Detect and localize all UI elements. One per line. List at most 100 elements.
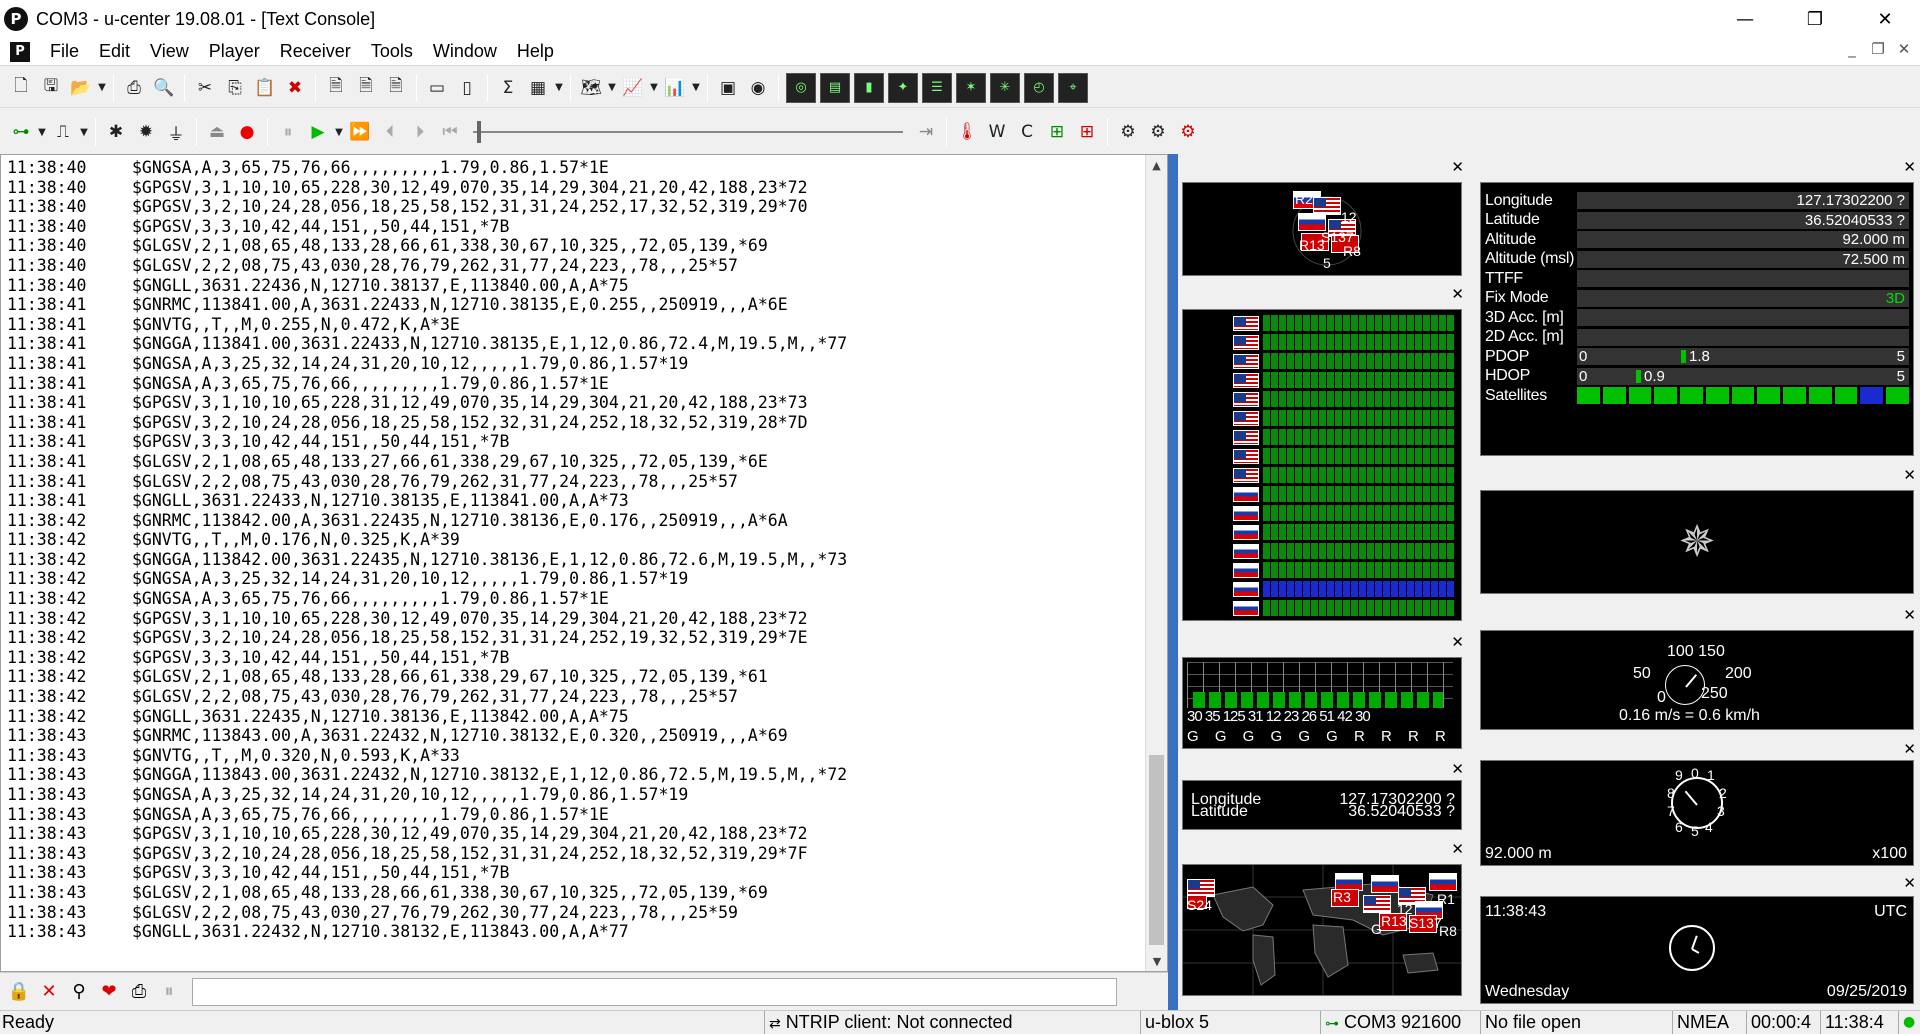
print-preview-icon[interactable]: 🔍 <box>149 73 179 103</box>
playback-slider[interactable] <box>473 117 903 147</box>
mdi-close-icon[interactable]: ✕ <box>1894 40 1914 58</box>
position-view[interactable]: Longitude Latitude 127.17302200 ? 36.520… <box>1182 780 1462 830</box>
menu-file[interactable]: File <box>40 41 89 62</box>
menu-view[interactable]: View <box>140 41 199 62</box>
clock-view-icon[interactable]: ◴ <box>1024 72 1054 103</box>
gear-save-icon[interactable]: ⚙ <box>1143 117 1173 147</box>
document-c-icon[interactable]: 🗎 <box>381 73 411 103</box>
app-logo-icon[interactable]: P <box>4 7 28 31</box>
record-icon[interactable]: ● <box>232 117 262 147</box>
close-panel-icon[interactable]: ✕ <box>1903 158 1916 176</box>
gear-config-icon[interactable]: ⚙ <box>1173 117 1203 147</box>
pause-console-icon[interactable]: ⏸ <box>154 977 184 1007</box>
fast-forward-icon[interactable]: ⏩ <box>345 117 375 147</box>
antenna-icon[interactable]: ⏚ <box>161 117 191 147</box>
packet-icon[interactable]: ◉ <box>743 73 773 103</box>
clear-console-icon[interactable]: ✕ <box>34 977 64 1007</box>
map-icon[interactable]: 🗺 <box>576 73 606 103</box>
filter-icon[interactable]: ⚲ <box>64 977 94 1007</box>
play-icon[interactable]: ▶ <box>303 117 333 147</box>
cold-start-icon[interactable]: C <box>1012 117 1042 147</box>
table-icon[interactable]: ▦ <box>523 73 553 103</box>
menu-tools[interactable]: Tools <box>361 41 423 62</box>
connection-icon[interactable]: ⊶ <box>6 117 36 147</box>
copy-icon[interactable]: ⎘ <box>220 73 250 103</box>
step-forward-icon[interactable]: ⏵ <box>405 117 435 147</box>
histogram-dropdown-icon[interactable]: ▼ <box>690 82 702 93</box>
debug-icon[interactable]: ✹ <box>131 117 161 147</box>
poll-config-icon[interactable]: ⊞ <box>1072 117 1102 147</box>
menu-help[interactable]: Help <box>507 41 564 62</box>
status-ntrip[interactable]: ⇄ NTRIP client: Not connected <box>764 1011 1138 1034</box>
sky-view-icon[interactable]: ▤ <box>820 72 850 103</box>
signal-view-icon[interactable]: ▮ <box>854 72 884 103</box>
gear-icon[interactable]: ⚙ <box>1113 117 1143 147</box>
world-view-icon[interactable]: ✦ <box>888 72 918 103</box>
sky-view[interactable]: R2 R13 S137 R8 12 5 <box>1182 182 1462 276</box>
status-port[interactable]: ⊶ COM3 921600 <box>1320 1011 1478 1034</box>
close-panel-icon[interactable]: ✕ <box>1903 740 1916 758</box>
favorite-icon[interactable]: ❤ <box>94 977 124 1007</box>
rewind-start-icon[interactable]: ⏮ <box>435 117 465 147</box>
pause-icon[interactable]: ⏸ <box>273 117 303 147</box>
paste-icon[interactable]: 📋 <box>250 73 280 103</box>
altimeter-view[interactable]: 0 1 2 3 4 5 6 7 8 9 92.000 m x100 <box>1480 760 1914 866</box>
close-panel-icon[interactable]: ✕ <box>1903 606 1916 624</box>
console-scrollbar[interactable]: ▲ ▼ <box>1145 155 1167 971</box>
mdi-restore-icon[interactable]: ❐ <box>1868 40 1888 58</box>
map-dropdown-icon[interactable]: ▼ <box>606 82 618 93</box>
scroll-down-icon[interactable]: ▼ <box>1146 951 1167 971</box>
document-a-icon[interactable]: 🗎 <box>321 73 351 103</box>
warm-start-icon[interactable]: W <box>982 117 1012 147</box>
chart-dropdown-icon[interactable]: ▼ <box>648 82 660 93</box>
save-icon[interactable]: 🖫 <box>36 73 66 103</box>
cut-icon[interactable]: ✂ <box>190 73 220 103</box>
mdi-minimize-icon[interactable]: _ <box>1842 40 1862 58</box>
open-folder-icon[interactable]: 📂 <box>66 73 96 103</box>
minimize-button[interactable]: — <box>1710 0 1780 38</box>
star-view-icon[interactable]: ✶ <box>956 72 986 103</box>
compass-view[interactable]: ✵ <box>1480 490 1914 594</box>
scroll-up-icon[interactable]: ▲ <box>1146 155 1167 177</box>
close-panel-icon[interactable]: ✕ <box>1451 158 1464 176</box>
world-map-view[interactable]: R3 R13 S137 R8 R1 12 S24 G <box>1182 864 1462 996</box>
chart-icon[interactable]: 📈 <box>618 73 648 103</box>
print-console-icon[interactable]: ⎙ <box>124 977 154 1007</box>
close-panel-icon[interactable]: ✕ <box>1903 466 1916 484</box>
play-dropdown-icon[interactable]: ▼ <box>333 127 345 138</box>
signal-history-view[interactable] <box>1182 309 1462 621</box>
histogram-icon[interactable]: 📊 <box>660 73 690 103</box>
close-button[interactable]: ✕ <box>1850 0 1920 38</box>
time-view-icon[interactable]: ⌖ <box>1058 72 1088 103</box>
print-icon[interactable]: ⎙ <box>119 73 149 103</box>
signal-strength-view[interactable]: 30 35 125 31 12 23 26 51 42 30 G G G G G… <box>1182 657 1462 749</box>
sigma-icon[interactable]: Σ <box>493 73 523 103</box>
poll-icon[interactable]: ⊞ <box>1042 117 1072 147</box>
close-panel-icon[interactable]: ✕ <box>1451 760 1464 778</box>
connection-dropdown-icon[interactable]: ▼ <box>36 127 48 138</box>
data-view-icon[interactable]: ☰ <box>922 72 952 103</box>
menu-receiver[interactable]: Receiver <box>270 41 361 62</box>
command-input[interactable] <box>192 977 1117 1006</box>
baudrate-dropdown-icon[interactable]: ▼ <box>78 127 90 138</box>
close-panel-icon[interactable]: ✕ <box>1451 633 1464 651</box>
open-dropdown-icon[interactable]: ▼ <box>96 82 108 93</box>
close-panel-icon[interactable]: ✕ <box>1451 285 1464 303</box>
document-menu-icon[interactable]: P <box>10 41 30 62</box>
compass-view-icon[interactable]: ◎ <box>786 72 816 103</box>
window-a-icon[interactable]: ▭ <box>422 73 452 103</box>
deviation-view-icon[interactable]: ✳ <box>990 72 1020 103</box>
speedometer-view[interactable]: 100 150 50 200 0 250 0.16 m/s = 0.6 km/h <box>1480 630 1914 730</box>
step-back-icon[interactable]: ⏴ <box>375 117 405 147</box>
autobauding-icon[interactable]: ✱ <box>101 117 131 147</box>
scroll-thumb[interactable] <box>1149 755 1164 945</box>
close-panel-icon[interactable]: ✕ <box>1903 874 1916 892</box>
eject-icon[interactable]: ⏏ <box>202 117 232 147</box>
lock-icon[interactable]: 🔒 <box>4 977 34 1007</box>
close-panel-icon[interactable]: ✕ <box>1451 840 1464 858</box>
maximize-button[interactable]: ❐ <box>1780 0 1850 38</box>
menu-player[interactable]: Player <box>199 41 270 62</box>
table-dropdown-icon[interactable]: ▼ <box>553 82 565 93</box>
hot-start-icon[interactable]: 🌡 <box>952 117 982 147</box>
menu-edit[interactable]: Edit <box>89 41 140 62</box>
